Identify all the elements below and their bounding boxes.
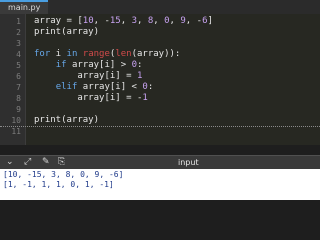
code-token: array[i] < (77, 82, 143, 92)
tab-bar: main.py (0, 0, 320, 14)
code-token: in (66, 49, 78, 59)
code-token: , (137, 16, 148, 26)
line-number: 10 (11, 116, 21, 125)
expand-icon[interactable]: ⤢ (24, 157, 31, 168)
code-token: array[i] = (34, 71, 137, 81)
code-line: print(array) (34, 27, 99, 38)
line-number: 2 (16, 28, 21, 37)
code-token: len (115, 49, 132, 59)
code-token: ] (207, 16, 213, 26)
output-line-2: [1, -1, 1, 1, 0, 1, -1] (3, 180, 114, 189)
line-number: 4 (16, 50, 21, 59)
code-token: print(array) (34, 27, 100, 37)
code-line: if array[i] > 0: (34, 60, 143, 71)
code-token: : (136, 60, 143, 70)
code-token: i (50, 49, 67, 59)
code-token: : (147, 82, 154, 92)
code-token: array[i] = - (34, 93, 143, 103)
code-token: 1 (136, 71, 143, 81)
code-token: print(array) (34, 115, 100, 125)
code-token: 15 (109, 16, 121, 26)
output-line-1: [10, -15, 3, 8, 0, 9, -6] (3, 170, 124, 179)
editor-divider (0, 126, 320, 127)
code-token: elif (55, 82, 78, 92)
line-number: 1 (16, 17, 21, 26)
code-line: array = [10, -15, 3, 8, 0, 9, -6] (34, 16, 213, 27)
code-line: print(array) (34, 115, 99, 126)
code-token: array[i] > (66, 60, 132, 70)
collapse-icon[interactable]: ⌄ (6, 157, 14, 168)
line-number: 3 (16, 39, 21, 48)
line-number: 7 (16, 83, 21, 92)
code-token: , (120, 16, 132, 26)
tab-main-py[interactable]: main.py (0, 0, 49, 14)
line-number: 5 (16, 61, 21, 70)
console-header: ⌄ ⤢ ✎ ⎘ input (0, 155, 320, 169)
code-token: , - (185, 16, 203, 26)
code-token: , - (93, 16, 110, 26)
code-token: for (34, 49, 51, 59)
code-token: array = [ (34, 16, 83, 26)
line-number: 6 (16, 72, 21, 81)
code-token: 10 (82, 16, 94, 26)
code-token: , (169, 16, 181, 26)
console-output[interactable]: [10, -15, 3, 8, 0, 9, -6] [1, -1, 1, 1, … (0, 169, 320, 200)
edit-icon[interactable]: ✎ (42, 157, 50, 168)
code-token: , (153, 16, 165, 26)
code-line: elif array[i] < 0: (34, 82, 154, 93)
line-number: 9 (16, 105, 21, 114)
console-input-label: input (178, 158, 199, 167)
code-line: array[i] = 1 (34, 71, 142, 82)
code-token: (array)): (131, 49, 181, 59)
code-token: range (82, 49, 110, 59)
line-number: 8 (16, 94, 21, 103)
code-token: 1 (142, 93, 148, 103)
line-number: 11 (11, 127, 21, 136)
copy-icon[interactable]: ⎘ (58, 157, 65, 168)
code-token: if (55, 60, 67, 70)
code-editor[interactable]: 1 2 3 4 5 6 7 8 9 10 11 array = [10, -15, 3, 8, 0,… (0, 14, 320, 145)
code-line: array[i] = -1 (34, 93, 148, 104)
code-line: for i in range(len(array)): (34, 49, 180, 60)
